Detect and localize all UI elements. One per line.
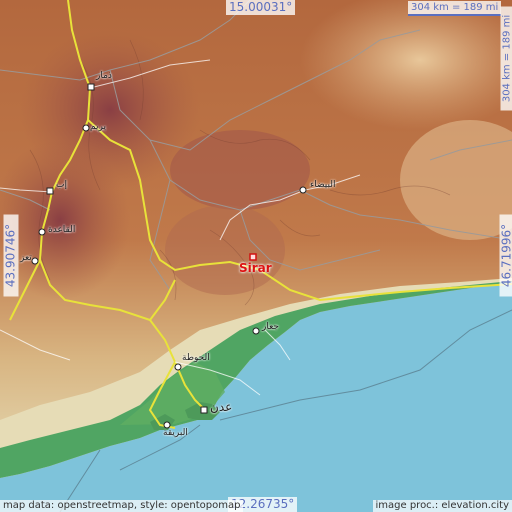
city-label-al-hawtah: الحوطة [182,353,210,363]
city-label-yarim: يريم [90,122,106,132]
focus-place-label: Sirar [239,261,272,275]
highland-south [165,205,285,295]
credit-map-data: map data: openstreetmap, style: opentopo… [0,500,244,512]
credit-image-proc: image proc.: elevation.city [372,500,512,512]
city-label-al-burayqah: البريقة [163,428,188,438]
coordinate-left: 43.90746° [3,214,19,297]
highland-center [170,130,310,210]
city-label-al-bayda: البيضاء [310,180,336,190]
terrain-map [0,0,512,512]
city-label-dhamar: ذمار [96,71,112,81]
city-label-ibb: إب [56,180,67,190]
city-marker-aden [200,406,208,414]
coordinate-right: 46.71996° [499,214,512,297]
coordinate-top: 15.00031° [226,0,296,15]
city-marker-ibb [46,187,54,195]
city-marker-al-hawtah [174,363,182,371]
city-label-jaar: جعار [262,322,279,332]
focus-marker [249,253,257,261]
city-marker-al-bayda [299,186,307,194]
city-label-al-qaidah: القاعدة [48,225,76,235]
city-marker-yarim [82,124,90,132]
city-marker-jaar [252,327,260,335]
scale-horizontal: 304 km = 189 mi [408,1,502,16]
city-marker-taizz [31,257,39,265]
city-marker-al-qaidah [38,228,46,236]
city-label-taizz: تعز [20,253,32,263]
city-marker-dhamar [87,83,95,91]
city-label-aden: عدن [210,400,233,414]
scale-vertical: 304 km = 189 mi [500,6,512,111]
